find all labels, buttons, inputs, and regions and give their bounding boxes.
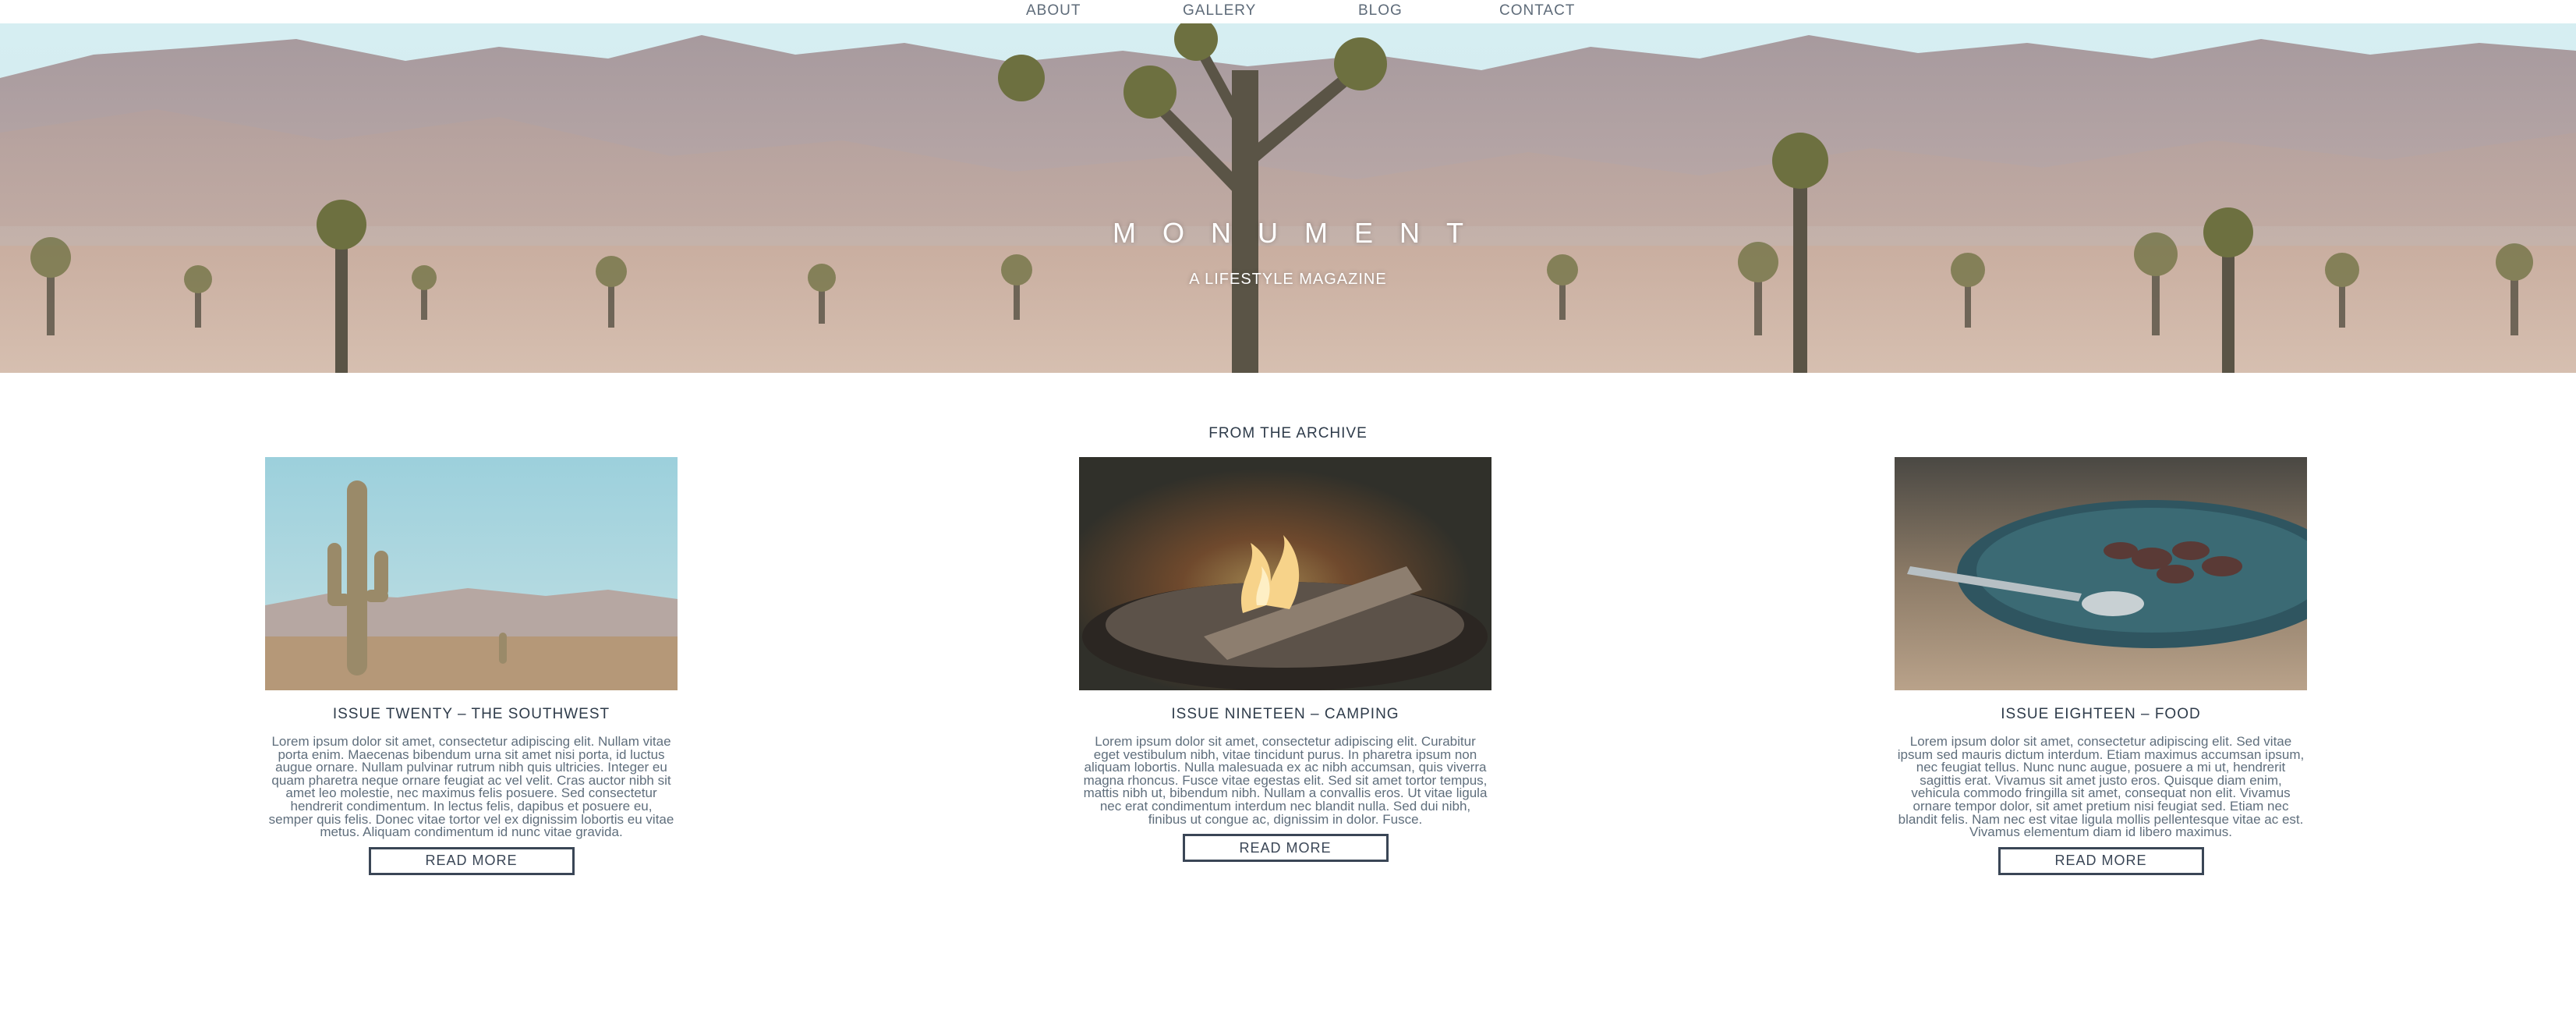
read-more-button[interactable]: READ MORE (368, 846, 575, 875)
archive-heading: FROM THE ARCHIVE (1208, 425, 1368, 441)
read-more-button[interactable]: READ MORE (1182, 834, 1389, 863)
site-title: MONUMENT (1113, 217, 1490, 249)
nav-link-gallery[interactable]: GALLERY (1183, 2, 1256, 20)
archive-card-southwest: ISSUE TWENTY – THE SOUTHWEST Lorem ipsum… (265, 457, 678, 875)
card-text: Lorem ipsum dolor sit amet, consectetur … (268, 734, 674, 840)
card-text: Lorem ipsum dolor sit amet, consectetur … (1083, 734, 1488, 827)
nav-link-blog[interactable]: BLOG (1358, 2, 1403, 20)
card-title: ISSUE NINETEEN – CAMPING (1171, 706, 1399, 722)
archive-card-food: ISSUE EIGHTEEN – FOOD Lorem ipsum dolor … (1895, 457, 2307, 875)
food-plate-photo[interactable] (1895, 457, 2307, 690)
saguaro-cactus-photo[interactable] (265, 457, 678, 690)
hero-banner: MONUMENT A LIFESTYLE MAGAZINE (0, 23, 2576, 373)
nav-link-about[interactable]: ABOUT (1026, 2, 1081, 20)
desert-landscape-image (0, 23, 2576, 373)
card-text: Lorem ipsum dolor sit amet, consectetur … (1897, 734, 2305, 840)
archive-card-camping: ISSUE NINETEEN – CAMPING Lorem ipsum dol… (1079, 457, 1491, 863)
card-title: ISSUE EIGHTEEN – FOOD (2001, 706, 2201, 722)
site-tagline: A LIFESTYLE MAGAZINE (1189, 271, 1387, 288)
campfire-photo[interactable] (1079, 457, 1491, 690)
read-more-button[interactable]: READ MORE (1997, 846, 2204, 875)
card-title: ISSUE TWENTY – THE SOUTHWEST (332, 706, 610, 722)
top-navigation: ABOUT GALLERY BLOG CONTACT (0, 0, 2576, 23)
nav-link-contact[interactable]: CONTACT (1499, 2, 1575, 20)
